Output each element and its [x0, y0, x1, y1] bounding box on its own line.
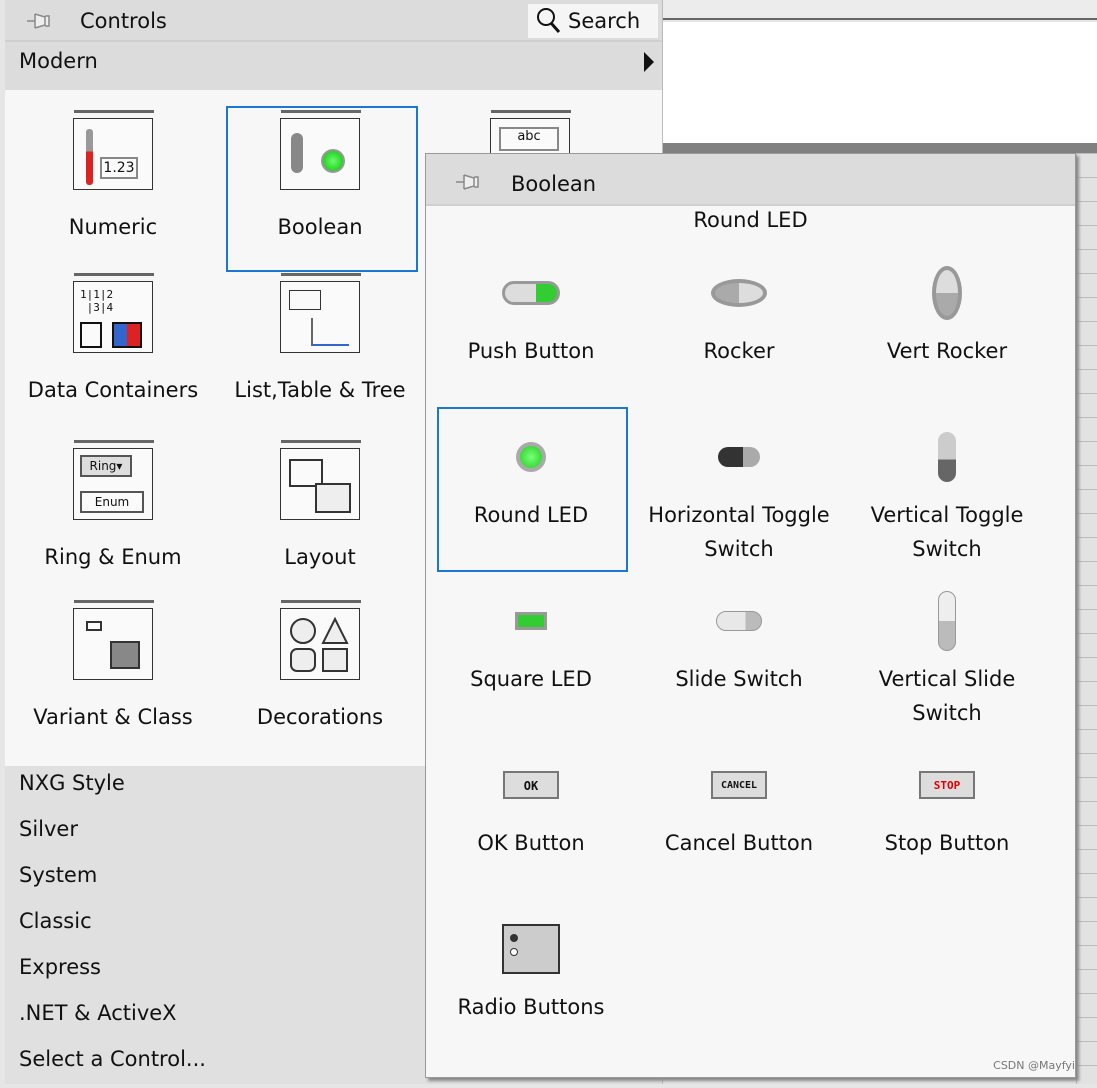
round-led-item[interactable]: Round LED — [427, 422, 635, 532]
ok-button-icon: OK — [503, 771, 559, 799]
push-button-icon — [502, 281, 560, 305]
square-led-item[interactable]: Square LED — [427, 586, 635, 696]
slide-switch-icon — [716, 611, 762, 631]
category-item[interactable]: Select a Control... — [19, 1042, 206, 1088]
search-label: Search — [568, 9, 641, 33]
subpalette-numeric[interactable]: 1.23 Numeric — [13, 110, 213, 244]
variant-class-icon — [73, 600, 154, 680]
boolean-title: Boolean — [511, 172, 597, 196]
block-diagram-grid — [1076, 153, 1097, 1084]
subpalette-data-containers[interactable]: 1|1|2 |3|4 Data Containers — [13, 273, 213, 407]
boolean-header: Boolean — [426, 154, 1075, 206]
category-modern[interactable]: Modern — [5, 42, 662, 90]
radio-buttons-icon — [502, 924, 560, 974]
subpalette-list-table-tree[interactable]: List,Table & Tree — [220, 273, 420, 407]
radio-buttons-item[interactable]: Radio Buttons — [427, 914, 635, 1024]
category-item[interactable]: .NET & ActiveX — [19, 996, 177, 1042]
push-button-item[interactable]: Push Button — [427, 258, 635, 368]
vertical-toggle-switch-item[interactable]: Vertical Toggle Switch — [843, 422, 1051, 566]
search-button[interactable]: Search — [528, 4, 658, 38]
decorations-icon — [280, 600, 361, 680]
expand-arrow-icon — [644, 52, 654, 72]
watermark: CSDN @Mayfyi — [993, 1059, 1075, 1072]
category-modern-label: Modern — [19, 49, 98, 73]
subpalette-boolean[interactable]: Boolean — [220, 110, 420, 244]
stop-button-item[interactable]: STOP Stop Button — [843, 750, 1051, 860]
cancel-button-icon: CANCEL — [711, 771, 767, 799]
round-led-icon — [516, 442, 546, 472]
controls-header: Controls Search — [5, 0, 662, 42]
vertical-slide-switch-icon — [938, 591, 956, 651]
subpalette-layout[interactable]: Layout — [220, 440, 420, 574]
ok-button-item[interactable]: OK OK Button — [427, 750, 635, 860]
category-item[interactable]: NXG Style — [19, 766, 125, 812]
front-panel-area — [663, 22, 1097, 143]
rocker-icon — [711, 279, 767, 307]
category-item[interactable]: Classic — [19, 904, 92, 950]
vertical-toggle-icon — [938, 432, 956, 482]
hovered-item-label: Round LED — [693, 208, 808, 232]
subpalette-ring-enum[interactable]: Ring▾ Enum Ring & Enum — [13, 440, 213, 574]
divider — [663, 143, 1097, 153]
numeric-icon: 1.23 — [73, 110, 154, 190]
cancel-button-item[interactable]: CANCEL Cancel Button — [635, 750, 843, 860]
category-item[interactable]: Silver — [19, 812, 78, 858]
vert-rocker-item[interactable]: Vert Rocker — [843, 258, 1051, 368]
category-item[interactable]: Express — [19, 950, 101, 996]
controls-title: Controls — [80, 9, 167, 33]
vert-rocker-icon — [932, 266, 962, 320]
layout-icon — [280, 440, 361, 520]
search-icon — [537, 8, 561, 33]
category-item[interactable]: System — [19, 858, 97, 904]
square-led-icon — [515, 612, 547, 630]
pin-icon[interactable] — [25, 9, 55, 33]
background-toolbar — [663, 0, 1097, 20]
slide-switch-item[interactable]: Slide Switch — [635, 586, 843, 696]
horizontal-toggle-icon — [718, 447, 760, 467]
stop-button-icon: STOP — [919, 771, 975, 799]
boolean-icon — [280, 110, 361, 190]
pin-icon[interactable] — [454, 170, 484, 194]
subpalette-variant-class[interactable]: Variant & Class — [13, 600, 213, 734]
boolean-palette: Boolean Round LED Push Button Rocker Ver… — [425, 153, 1076, 1078]
data-containers-icon: 1|1|2 |3|4 — [73, 273, 154, 353]
ring-enum-icon: Ring▾ Enum — [73, 440, 154, 520]
subpalette-decorations[interactable]: Decorations — [220, 600, 420, 734]
horizontal-toggle-switch-item[interactable]: Horizontal Toggle Switch — [635, 422, 843, 566]
rocker-item[interactable]: Rocker — [635, 258, 843, 368]
vertical-slide-switch-item[interactable]: Vertical Slide Switch — [843, 586, 1051, 730]
list-table-tree-icon — [280, 273, 361, 353]
